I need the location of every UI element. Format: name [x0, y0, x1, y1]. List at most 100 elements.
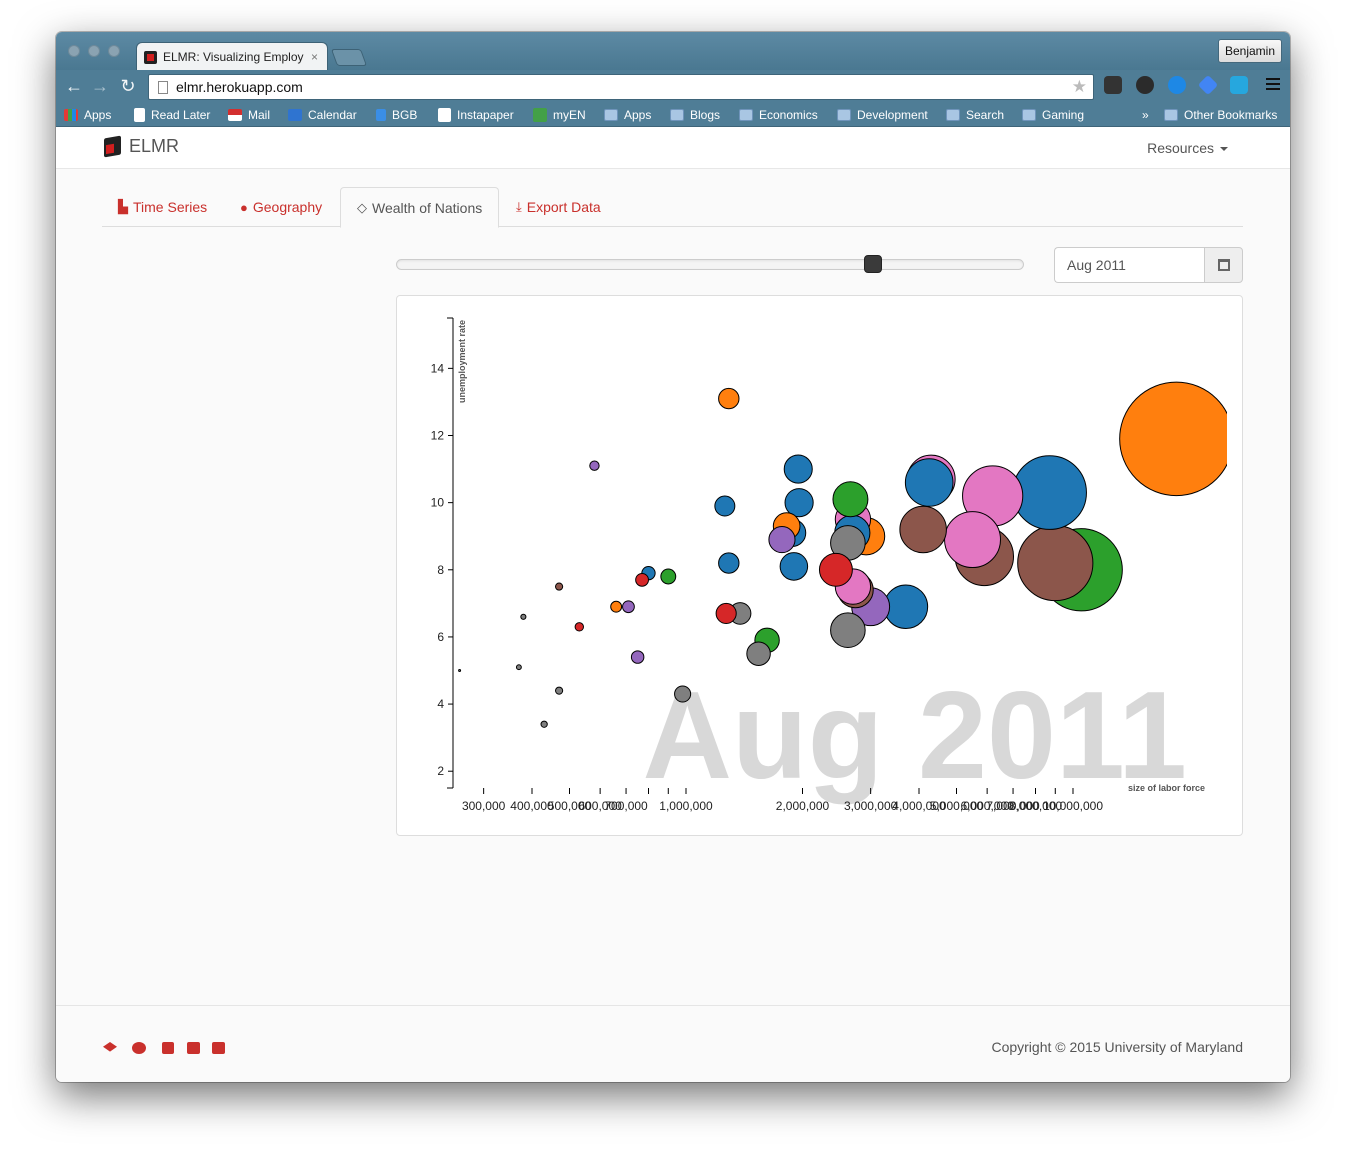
- folder-icon: [1022, 109, 1036, 121]
- bookmark-folder-blogs[interactable]: Blogs: [670, 106, 720, 124]
- data-point: [1119, 381, 1227, 497]
- y-tick-label: 10: [431, 496, 445, 510]
- folder-icon: [1164, 109, 1178, 121]
- bookmark-label: Apps: [84, 108, 112, 122]
- data-point: [458, 669, 462, 672]
- gmail-icon: [228, 109, 242, 121]
- address-bar[interactable]: elmr.herokuapp.com ★: [148, 74, 1094, 100]
- y-tick-label: 8: [437, 563, 444, 577]
- folder-icon: [739, 109, 753, 121]
- minimize-window-button[interactable]: [88, 45, 100, 57]
- data-point: [784, 488, 814, 518]
- bookmarks-bar: Apps Read Later Mail Calendar BGB Instap…: [56, 103, 1290, 127]
- page-content: ELMR Resources ▙ Time Series ● Geography ◇…: [56, 127, 1290, 1082]
- resources-dropdown[interactable]: Resources: [1147, 140, 1228, 156]
- tab-close-icon[interactable]: ×: [311, 50, 318, 64]
- footer: Copyright © 2015 University of Maryland: [56, 1005, 1290, 1082]
- extension-hand-icon[interactable]: [1104, 76, 1122, 94]
- extension-ai-icon[interactable]: [1230, 76, 1248, 94]
- x-tick-label: 1,000,000: [659, 799, 713, 813]
- zoom-window-button[interactable]: [108, 45, 120, 57]
- date-watermark: Aug 2011: [643, 667, 1188, 805]
- bgb-icon: [376, 109, 386, 121]
- tab-geography[interactable]: ● Geography: [224, 187, 338, 227]
- bookmark-bgb[interactable]: BGB: [376, 106, 417, 124]
- tab-title: ELMR: Visualizing Employ: [163, 50, 304, 64]
- caret-down-icon: [1220, 147, 1228, 152]
- extension-diamond-icon[interactable]: [1197, 74, 1219, 96]
- forward-arrow-icon[interactable]: →: [90, 76, 110, 96]
- tab-wealth-of-nations[interactable]: ◇ Wealth of Nations: [340, 187, 500, 228]
- graduation-cap-icon[interactable]: [103, 1042, 117, 1052]
- bookmark-other-bookmarks[interactable]: Other Bookmarks: [1164, 106, 1277, 124]
- bookmark-folder-search[interactable]: Search: [946, 106, 1004, 124]
- trello-icon[interactable]: [212, 1042, 225, 1054]
- copyright-text: Copyright © 2015 University of Maryland: [991, 1039, 1243, 1055]
- data-point: [660, 568, 677, 585]
- y-tick-label: 14: [431, 361, 445, 375]
- data-point: [883, 584, 929, 629]
- data-point: [540, 720, 548, 728]
- bookmark-myen[interactable]: myEN: [533, 106, 586, 124]
- browser-tab-content[interactable]: ELMR: Visualizing Employ ×: [144, 44, 324, 70]
- bookmark-apps[interactable]: Apps: [64, 106, 111, 124]
- page-icon: [158, 80, 168, 94]
- reload-icon[interactable]: ↻: [118, 76, 138, 96]
- folder-icon: [946, 109, 960, 121]
- x-tick-label: 300,000: [462, 799, 506, 813]
- bookmark-label: Development: [857, 108, 928, 122]
- wealth-of-nations-chart: Aug 2011 2 4 6 8 10 12 14 unemployment rate 300,0…: [431, 317, 1227, 813]
- data-point: [904, 458, 954, 507]
- bookmarks-overflow-button[interactable]: »: [1142, 106, 1149, 124]
- date-slider-track[interactable]: [396, 259, 1024, 270]
- date-slider-handle[interactable]: [864, 255, 883, 273]
- browser-menu-icon[interactable]: [1266, 78, 1280, 90]
- tab-time-series[interactable]: ▙ Time Series: [102, 187, 223, 227]
- bookmark-folder-apps[interactable]: Apps: [604, 106, 651, 124]
- resources-label: Resources: [1147, 140, 1214, 156]
- calendar-icon: [1218, 259, 1230, 271]
- new-tab-button[interactable]: [330, 49, 368, 66]
- extension-evernote-icon[interactable]: [1136, 76, 1154, 94]
- tab-label: Time Series: [133, 199, 208, 215]
- x-tick-label: 10,000,000: [1043, 799, 1103, 813]
- data-point: [714, 495, 736, 517]
- book-icon[interactable]: [162, 1042, 174, 1054]
- calendar-button[interactable]: [1204, 247, 1243, 283]
- download-icon: ⤓: [516, 199, 522, 214]
- diamond-icon: ◇: [357, 199, 367, 215]
- close-window-button[interactable]: [68, 45, 80, 57]
- bookmark-label: Gaming: [1042, 108, 1085, 122]
- bookmark-folder-development[interactable]: Development: [837, 106, 928, 124]
- data-point: [515, 664, 522, 671]
- data-point: [944, 511, 1001, 569]
- tab-export-data[interactable]: ⤓ Export Data: [500, 187, 617, 227]
- folder-icon: [670, 109, 684, 121]
- x-tick-label: 3,000,000: [844, 799, 898, 813]
- date-input[interactable]: Aug 2011: [1054, 247, 1204, 283]
- data-point: [589, 460, 600, 471]
- bookmark-label: Mail: [248, 108, 271, 122]
- calendar-icon: [288, 109, 302, 121]
- bookmark-calendar[interactable]: Calendar: [288, 106, 357, 124]
- cubes-icon[interactable]: [132, 1042, 146, 1054]
- bookmark-label: Search: [966, 108, 1005, 122]
- data-point: [715, 602, 737, 624]
- data-point: [1012, 455, 1087, 530]
- bookmark-folder-gaming[interactable]: Gaming: [1022, 106, 1084, 124]
- data-point: [768, 526, 796, 554]
- data-point: [718, 387, 740, 410]
- github-icon[interactable]: [187, 1042, 200, 1054]
- bookmark-folder-economics[interactable]: Economics: [739, 106, 818, 124]
- extension-chat-icon[interactable]: [1168, 76, 1186, 94]
- bookmark-instapaper[interactable]: Instapaper: [438, 106, 514, 124]
- bookmark-label: BGB: [392, 108, 418, 122]
- bookmark-read-later[interactable]: Read Later: [134, 106, 210, 124]
- bookmark-mail[interactable]: Mail: [228, 106, 270, 124]
- app-navbar: ELMR Resources: [56, 127, 1290, 169]
- bookmark-star-icon[interactable]: ★: [1072, 77, 1087, 97]
- back-arrow-icon[interactable]: ←: [64, 76, 84, 96]
- brand-link[interactable]: ELMR: [104, 135, 179, 158]
- profile-button[interactable]: Benjamin: [1217, 39, 1282, 63]
- tab-label: Geography: [252, 199, 323, 215]
